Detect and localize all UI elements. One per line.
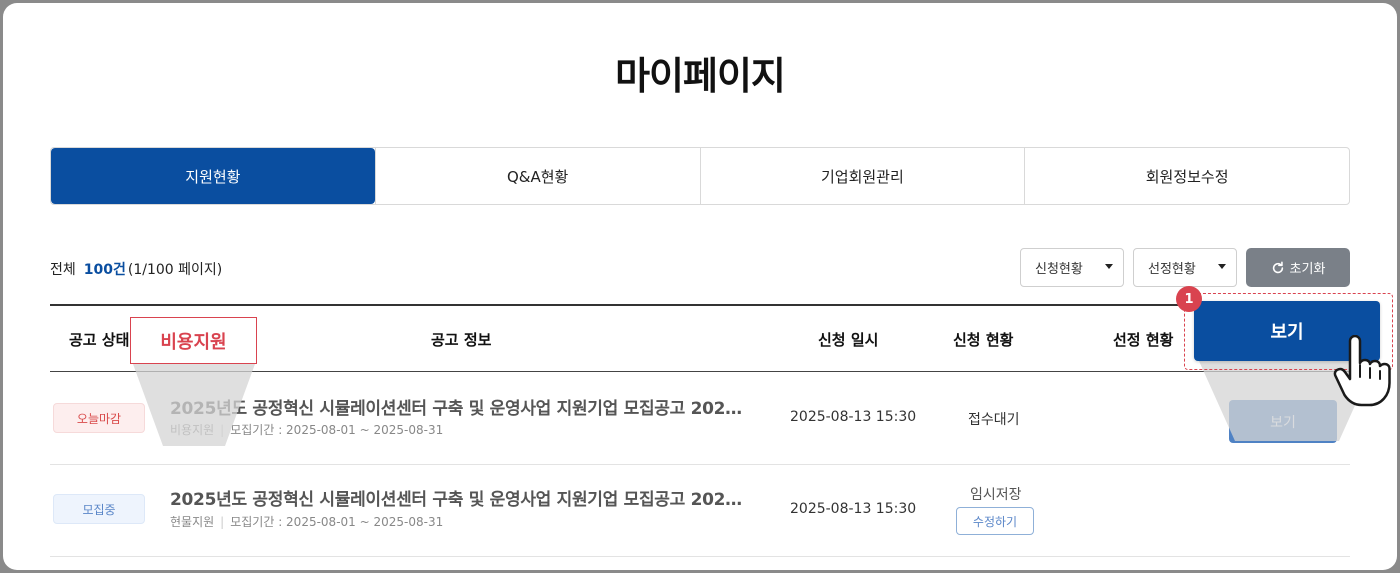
select-status-value: 선정현황 xyxy=(1148,262,1196,277)
apply-status-select[interactable]: 신청현황 xyxy=(1020,248,1124,287)
notice-title-link[interactable]: 2025년도 공정혁신 시뮬레이션센터 구축 및 운영사업 지원기업 모집공고 … xyxy=(170,485,750,510)
refresh-icon xyxy=(1272,261,1283,273)
apply-status-text: 임시저장 xyxy=(970,487,1022,503)
notice-meta: 현물지원 | 모집기간 : 2025-08-01 ~ 2025-08-31 xyxy=(170,513,443,530)
page-title: 마이페이지 xyxy=(615,54,786,98)
notice-title-link[interactable]: 2025년도 공정혁신 시뮬레이션센터 구축 및 운영사업 지원기업 모집공고 … xyxy=(170,394,750,419)
notice-period: 모집기간 : 2025-08-01 ~ 2025-08-31 xyxy=(230,423,444,437)
tab-edit-profile[interactable]: 회원정보수정 xyxy=(1024,148,1349,204)
page-frame: 마이페이지 지원현황 Q&A현황 기업회원관리 회원정보수정 전체 100건 (1/… xyxy=(3,3,1397,570)
apply-status-value: 신청현황 xyxy=(1035,262,1083,277)
header-notice-status: 공고 상태 xyxy=(69,331,130,349)
select-status-select[interactable]: 선정현황 xyxy=(1133,248,1237,287)
apply-date: 2025-08-13 15:30 xyxy=(790,501,917,517)
header-apply-date: 신청 일시 xyxy=(818,331,879,349)
status-badge: 모집중 xyxy=(53,494,145,524)
header-apply-status: 신청 현황 xyxy=(953,331,1014,349)
summary-prefix: 전체 xyxy=(50,262,76,278)
caret-down-icon xyxy=(1105,264,1113,269)
support-type-callout: 비용지원 xyxy=(130,317,257,364)
step-number-badge: 1 xyxy=(1176,286,1202,312)
pointer-hand-icon xyxy=(1333,335,1391,407)
apply-status-text: 접수대기 xyxy=(968,412,1020,428)
notice-period: 모집기간 : 2025-08-01 ~ 2025-08-31 xyxy=(230,515,444,529)
edit-button[interactable]: 수정하기 xyxy=(956,507,1034,535)
tab-application-status[interactable]: 지원현황 xyxy=(51,148,375,204)
apply-date: 2025-08-13 15:30 xyxy=(790,409,917,425)
callout-connector xyxy=(133,364,255,446)
tab-company-members[interactable]: 기업회원관리 xyxy=(699,148,1025,204)
reset-label: 초기화 xyxy=(1289,262,1326,277)
status-badge: 오늘마감 xyxy=(53,403,145,433)
caret-down-icon xyxy=(1218,264,1226,269)
tab-bar: 지원현황 Q&A현황 기업회원관리 회원정보수정 xyxy=(50,147,1350,205)
summary-pages: (1/100 페이지) xyxy=(127,262,223,278)
reset-button[interactable]: 초기화 xyxy=(1246,248,1350,287)
header-select-status: 선정 현황 xyxy=(1113,331,1174,349)
row-divider xyxy=(50,556,1350,557)
header-notice-info: 공고 정보 xyxy=(431,331,492,349)
notice-type: 현물지원 xyxy=(170,515,215,529)
meta-divider: | xyxy=(220,515,225,529)
tab-qna-status[interactable]: Q&A현황 xyxy=(374,148,700,204)
summary-count: 100건 xyxy=(83,262,126,278)
row-divider xyxy=(50,464,1350,465)
table-top-border xyxy=(50,304,1350,306)
result-summary: 전체 100건 (1/100 페이지) xyxy=(50,259,222,279)
